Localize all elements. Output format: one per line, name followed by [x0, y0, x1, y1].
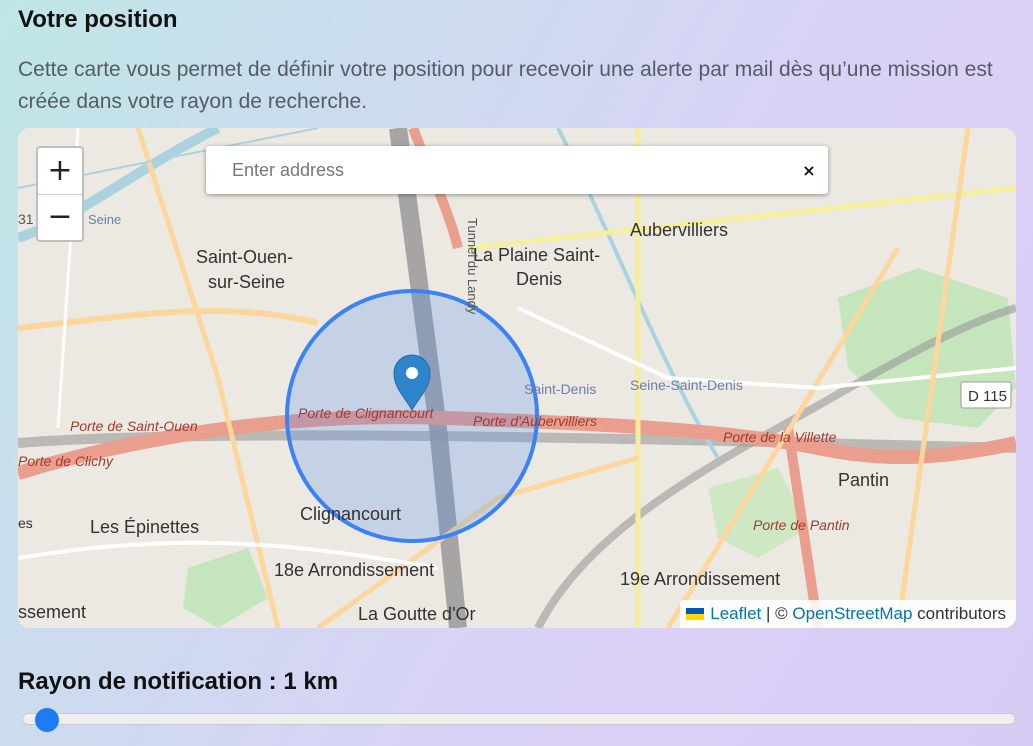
leaflet-link[interactable]: Leaflet [710, 604, 761, 623]
label-porte-clignancourt: Porte de Clignancourt [298, 405, 435, 421]
clear-search-button[interactable]: × [798, 158, 820, 182]
label-saint-ouen-1: Saint-Ouen- [196, 247, 293, 267]
label-les-epinettes: Les Épinettes [90, 517, 199, 537]
map-view[interactable]: Saint-Ouen- sur-Seine La Plaine Saint- D… [18, 128, 1016, 628]
label-clignancourt: Clignancourt [300, 504, 401, 524]
openstreetmap-link[interactable]: OpenStreetMap [792, 604, 912, 623]
label-semant: ssement [18, 602, 86, 622]
label-saint-denis-canal: Saint-Denis [524, 381, 596, 397]
label-aubervilliers: Aubervilliers [630, 220, 728, 240]
radius-label: Rayon de notification : 1 km [18, 668, 339, 695]
label-porte-saint-ouen: Porte de Saint-Ouen [70, 418, 198, 434]
radius-slider-thumb[interactable] [34, 708, 59, 732]
label-road-31: 31 [18, 211, 34, 227]
road-shield-d115: D 115 [960, 381, 1012, 409]
label-seine: Seine [88, 212, 121, 227]
attribution-contributors: contributors [917, 604, 1006, 623]
label-pantin: Pantin [838, 470, 889, 490]
label-arr19: 19e Arrondissement [620, 569, 780, 589]
label-seine-saint-denis: Seine-Saint-Denis [630, 377, 743, 393]
label-arr18: 18e Arrondissement [274, 560, 434, 580]
zoom-out-button[interactable]: − [38, 194, 82, 240]
attribution-separator: | © [766, 604, 788, 623]
label-tunnel: Tunnel du Landy [465, 218, 480, 315]
address-search: × [206, 146, 828, 194]
ukraine-flag-icon [686, 608, 705, 620]
svg-text:D 115: D 115 [968, 388, 1007, 405]
label-plaine-1: La Plaine Saint- [473, 245, 600, 265]
address-search-input[interactable] [206, 146, 786, 194]
section-title: Votre position [18, 6, 178, 33]
label-porte-villette: Porte de la Villette [723, 429, 837, 445]
label-goutte: La Goutte d'Or [358, 604, 476, 624]
map-attribution: Leaflet | © OpenStreetMap contributors [680, 600, 1016, 628]
label-porte-aubervilliers: Porte d'Aubervilliers [473, 413, 597, 429]
label-es: es [18, 515, 33, 531]
zoom-in-button[interactable]: + [38, 148, 82, 195]
label-plaine-2: Denis [516, 269, 562, 289]
radius-slider-track[interactable] [22, 713, 1016, 725]
zoom-control: + − [36, 146, 84, 242]
radius-slider[interactable] [22, 708, 1016, 732]
label-porte-clichy: Porte de Clichy [18, 453, 114, 469]
label-porte-pantin: Porte de Pantin [753, 517, 850, 533]
map-tiles[interactable]: Saint-Ouen- sur-Seine La Plaine Saint- D… [18, 128, 1016, 628]
section-description: Cette carte vous permet de définir votre… [18, 58, 993, 113]
label-saint-ouen-2: sur-Seine [208, 272, 285, 292]
